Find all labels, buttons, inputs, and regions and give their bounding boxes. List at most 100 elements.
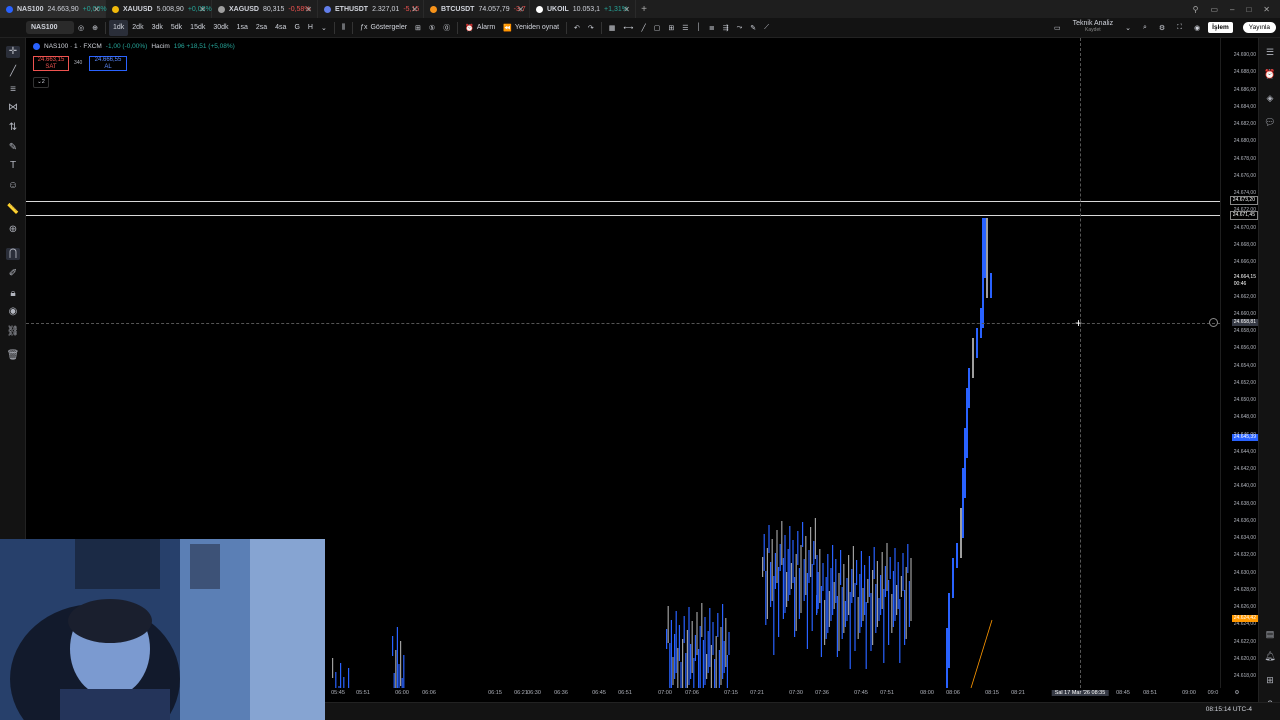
alert-count-icon[interactable]: ⑤ [425, 20, 439, 36]
fullscreen-icon[interactable]: ⛶ [1173, 20, 1186, 36]
redo-icon[interactable]: ↷ [584, 20, 598, 36]
ruler-icon[interactable]: 📏 [6, 204, 20, 216]
stay-drawing-icon[interactable]: ✐ [6, 268, 20, 280]
rectangle-icon[interactable]: ▢ [650, 20, 665, 36]
calendar-icon[interactable]: ▤ [1263, 628, 1277, 640]
close-tab-icon[interactable]: ✕ [517, 5, 524, 14]
interval-H[interactable]: H [304, 20, 317, 36]
add-tab-icon[interactable]: + [636, 4, 652, 15]
search-icon[interactable]: ⌕ [1139, 20, 1151, 36]
utc-clock[interactable]: 08:15:14 UTC-4 [1206, 706, 1252, 713]
tab-nas100[interactable]: NAS100 24.663,90 +0,00% ✕ [0, 0, 107, 18]
price-tick: 24.666,00 [1233, 259, 1256, 265]
cursor-icon[interactable]: ✛ [6, 46, 20, 58]
grid-icon[interactable]: ▦ [605, 20, 620, 36]
lock-icon[interactable]: 🔒︎ [6, 288, 20, 300]
candle [956, 543, 958, 568]
notifications-icon[interactable]: 🔔︎ [1263, 650, 1277, 662]
maximize-icon[interactable]: □ [1246, 5, 1251, 14]
pin-icon[interactable]: ⚲ [1193, 5, 1199, 14]
horizontal-line-icon[interactable]: ⟷ [619, 20, 637, 36]
zoom-icon[interactable]: ⊕ [6, 224, 20, 236]
settings-icon[interactable]: ⚙ [1155, 20, 1169, 36]
interval-4sa[interactable]: 4sa [271, 20, 290, 36]
candle-type-icon[interactable]: ⫼ [338, 20, 349, 36]
close-tab-icon[interactable]: ✕ [305, 5, 312, 14]
legend-volume-label[interactable]: Hacim [151, 43, 169, 50]
trendline-icon[interactable]: ╱ [637, 20, 649, 36]
indicators-button[interactable]: ƒx Göstergeler [356, 20, 411, 36]
scale-settings-icon[interactable]: ⚙ [1235, 690, 1240, 696]
crosshair-tool-icon[interactable]: ⊞ [664, 20, 678, 36]
technical-analysis-button[interactable]: Teknik Analiz Kaydet [1069, 20, 1117, 36]
horizontal-line-lower[interactable] [26, 215, 1220, 216]
forecast-tool-icon[interactable]: ⇅ [6, 122, 20, 134]
magnet-icon[interactable]: ⋂ [6, 248, 20, 260]
layers-icon[interactable]: ◈ [1263, 92, 1277, 104]
horizontal-line-upper[interactable] [26, 201, 1220, 202]
chevron-down-icon[interactable]: ⌄ [1121, 20, 1135, 36]
tab-ethusdt[interactable]: ETHUSDT 2.327,01 -5,15 ✕ [318, 0, 424, 18]
brush-icon[interactable]: ✎ [746, 20, 760, 36]
parallel-channel-icon[interactable]: ≣ [705, 20, 719, 36]
text-tool-icon[interactable]: T [6, 160, 20, 172]
chat-icon[interactable]: 💬︎ [1263, 116, 1277, 128]
tab-btcusdt[interactable]: BTCUSDT 74.057,79 -3,7 ✕ [424, 0, 530, 18]
measure-icon[interactable]: ⇶ [719, 20, 733, 36]
tab-xauusd[interactable]: XAUUSD 5.008,90 +0,05% ✕ [106, 0, 212, 18]
price-scale[interactable]: 24.690,00 24.688,00 24.686,00 24.684,00 24.6… [1220, 38, 1258, 688]
pattern-tool-icon[interactable]: ⋈ [6, 102, 20, 114]
layout-count-icon[interactable]: ⓪ [439, 20, 454, 36]
close-tab-icon[interactable]: ✕ [93, 5, 100, 14]
collapse-legend-button[interactable]: ⌄2 [33, 77, 49, 88]
link-icon[interactable]: ⛓ [6, 326, 20, 338]
alarm-button[interactable]: ⏰ Alarm [461, 20, 499, 36]
buy-button[interactable]: 24.666,55 AL [89, 56, 127, 71]
interval-5dk[interactable]: 5dk [167, 20, 186, 36]
path-icon[interactable]: ⤳ [733, 20, 747, 36]
vertical-line-icon[interactable]: │ [692, 20, 704, 36]
close-tab-icon[interactable]: ✕ [623, 5, 630, 14]
close-tab-icon[interactable]: ✕ [411, 5, 418, 14]
orange-trendline[interactable] [970, 619, 993, 689]
interval-G[interactable]: G [290, 20, 303, 36]
tab-ukoil[interactable]: UKOIL 10.053,1 +1,31% ✕ [530, 0, 636, 18]
watchlist-icon[interactable]: ☰ [1263, 46, 1277, 58]
restore-icon[interactable]: ▭ [1210, 5, 1218, 14]
chevron-down-icon[interactable]: ⌄ [317, 20, 331, 36]
trade-button[interactable]: İşlem [1208, 22, 1233, 33]
interval-3dk[interactable]: 3dk [148, 20, 167, 36]
fib-tool-icon[interactable]: ≡ [6, 84, 20, 96]
interval-1sa[interactable]: 1sa [233, 20, 252, 36]
interval-2dk[interactable]: 2dk [128, 20, 147, 36]
add-alert-icon[interactable] [1209, 318, 1218, 327]
legend-title[interactable]: NAS100 · 1 · FXCM [44, 43, 102, 50]
brush-tool-icon[interactable]: ✎ [6, 142, 20, 154]
compare-icon[interactable]: ◎ [74, 20, 88, 36]
sell-button[interactable]: 24.663,15 SAT [33, 56, 69, 71]
add-symbol-icon[interactable]: ⊕ [88, 20, 102, 36]
fib-icon[interactable]: ☰ [678, 20, 692, 36]
more-drawings-icon[interactable]: ⟋ [760, 20, 773, 36]
close-tab-icon[interactable]: ✕ [199, 5, 206, 14]
layout-icon[interactable]: ▭ [1050, 20, 1065, 36]
undo-icon[interactable]: ↶ [570, 20, 584, 36]
interval-2sa[interactable]: 2sa [252, 20, 271, 36]
visibility-icon[interactable]: ◉ [6, 306, 20, 318]
replay-button[interactable]: ⏪ Yeniden oynat [499, 20, 563, 36]
apps-icon[interactable]: ⊞ [1263, 674, 1277, 686]
interval-1dk[interactable]: 1dk [108, 19, 129, 36]
minimize-icon[interactable]: – [1230, 5, 1234, 14]
templates-icon[interactable]: ⊞ [411, 20, 425, 36]
tab-xagusd[interactable]: XAGUSD 80,315 -0,58% ✕ [212, 0, 318, 18]
interval-15dk[interactable]: 15dk [186, 20, 209, 36]
publish-button[interactable]: Yayınla [1242, 22, 1276, 33]
interval-30dk[interactable]: 30dk [209, 20, 232, 36]
camera-icon[interactable]: ◉ [1190, 20, 1204, 36]
trendline-tool-icon[interactable]: ╱ [6, 66, 20, 78]
symbol-search[interactable]: NAS100 [26, 21, 74, 34]
alerts-icon[interactable]: ⏰ [1263, 68, 1277, 80]
close-icon[interactable]: ✕ [1263, 5, 1270, 14]
emoji-tool-icon[interactable]: ☺ [6, 180, 20, 192]
trash-icon[interactable]: 🗑︎ [6, 350, 20, 362]
